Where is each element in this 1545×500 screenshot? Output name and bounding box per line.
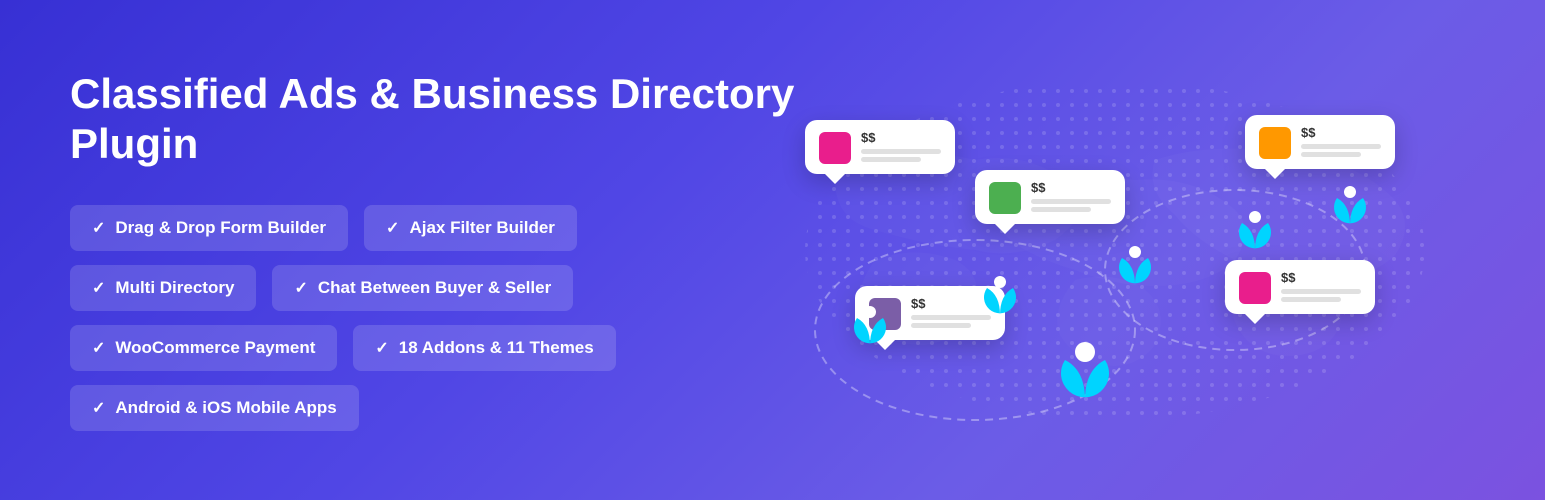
feature-woocommerce: ✓ WooCommerce Payment (70, 325, 337, 371)
feature-multi-dir: ✓ Multi Directory (70, 265, 256, 311)
check-icon: ✓ (294, 278, 307, 298)
card-thumbnail-3 (1259, 127, 1291, 159)
card-line (1031, 199, 1111, 204)
card-line (911, 323, 971, 328)
card-content-5: $$ (911, 296, 991, 328)
feature-label: Ajax Filter Builder (409, 218, 554, 238)
listing-card-3: $$ (1245, 115, 1395, 169)
card-line (1031, 207, 1091, 212)
feature-label: Multi Directory (115, 278, 234, 298)
card-line (861, 149, 941, 154)
card-price-2: $$ (1031, 180, 1111, 195)
card-line (861, 157, 921, 162)
card-thumbnail-4 (1239, 272, 1271, 304)
features-row-3: ✓ WooCommerce Payment ✓ 18 Addons & 11 T… (70, 325, 850, 371)
check-icon: ✓ (92, 278, 105, 298)
listing-card-2: $$ (975, 170, 1125, 224)
feature-addons: ✓ 18 Addons & 11 Themes (353, 325, 615, 371)
features-row-2: ✓ Multi Directory ✓ Chat Between Buyer &… (70, 265, 850, 311)
feature-label: Drag & Drop Form Builder (115, 218, 326, 238)
card-price-4: $$ (1281, 270, 1361, 285)
card-content-3: $$ (1301, 125, 1381, 157)
listing-card-4: $$ (1225, 260, 1375, 314)
feature-label: Android & iOS Mobile Apps (115, 398, 336, 418)
features-row-4: ✓ Android & iOS Mobile Apps (70, 385, 850, 431)
card-line (1301, 144, 1381, 149)
check-icon: ✓ (92, 338, 105, 358)
main-title: Classified Ads & Business Directory Plug… (70, 69, 850, 170)
world-map: $$ $$ (775, 60, 1455, 440)
feature-label: WooCommerce Payment (115, 338, 315, 358)
card-lines-2 (1031, 199, 1111, 212)
card-line (1281, 297, 1341, 302)
card-lines-3 (1301, 144, 1381, 157)
feature-label: 18 Addons & 11 Themes (399, 338, 594, 358)
feature-label: Chat Between Buyer & Seller (318, 278, 551, 298)
card-price-1: $$ (861, 130, 941, 145)
feature-drag-drop: ✓ Drag & Drop Form Builder (70, 205, 348, 251)
card-thumbnail-5 (869, 298, 901, 330)
card-line (1281, 289, 1361, 294)
card-thumbnail-2 (989, 182, 1021, 214)
feature-mobile-apps: ✓ Android & iOS Mobile Apps (70, 385, 359, 431)
banner: Classified Ads & Business Directory Plug… (0, 0, 1545, 500)
card-lines-4 (1281, 289, 1361, 302)
card-content-2: $$ (1031, 180, 1111, 212)
check-icon: ✓ (375, 338, 388, 358)
check-icon: ✓ (386, 218, 399, 238)
card-content-4: $$ (1281, 270, 1361, 302)
features-grid: ✓ Drag & Drop Form Builder ✓ Ajax Filter… (70, 205, 850, 431)
right-illustration: $$ $$ (850, 50, 1475, 450)
features-row-1: ✓ Drag & Drop Form Builder ✓ Ajax Filter… (70, 205, 850, 251)
card-line (1301, 152, 1361, 157)
card-price-5: $$ (911, 296, 991, 311)
card-price-3: $$ (1301, 125, 1381, 140)
listing-card-5: $$ (855, 286, 1005, 340)
card-content-1: $$ (861, 130, 941, 162)
feature-chat: ✓ Chat Between Buyer & Seller (272, 265, 573, 311)
card-lines-1 (861, 149, 941, 162)
card-line (911, 315, 991, 320)
check-icon: ✓ (92, 218, 105, 238)
feature-ajax-filter: ✓ Ajax Filter Builder (364, 205, 577, 251)
left-content: Classified Ads & Business Directory Plug… (70, 69, 850, 432)
card-lines-5 (911, 315, 991, 328)
check-icon: ✓ (92, 398, 105, 418)
